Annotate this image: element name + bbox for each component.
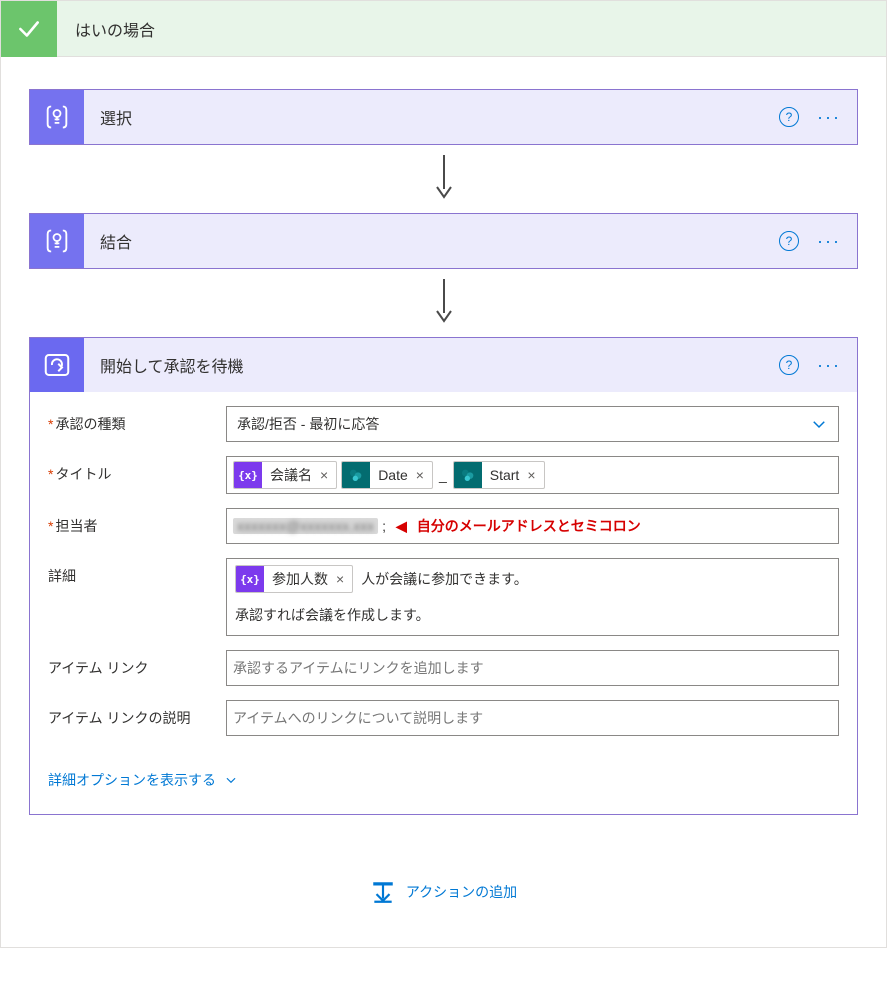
item-link-desc-input[interactable]: アイテムへのリンクについて説明します xyxy=(226,700,839,736)
token-start[interactable]: Start × xyxy=(453,461,545,489)
sharepoint-icon xyxy=(454,461,482,489)
chevron-down-icon xyxy=(224,773,238,787)
approval-type-select[interactable]: 承認/拒否 - 最初に応答 xyxy=(226,406,839,442)
annotation-arrow-icon: ◀ xyxy=(396,518,407,535)
add-action-label: アクションの追加 xyxy=(406,882,517,902)
data-operation-icon xyxy=(30,90,84,144)
help-icon[interactable]: ? xyxy=(779,107,799,127)
sharepoint-icon xyxy=(342,461,370,489)
add-action-icon xyxy=(370,879,396,905)
redacted-email: xxxxxxx@xxxxxxx.xxx xyxy=(233,518,378,534)
action-select-header[interactable]: 選択 ? ··· xyxy=(30,90,857,144)
data-operation-icon xyxy=(30,214,84,268)
approval-icon xyxy=(30,338,84,392)
token-meeting-name[interactable]: {x} 会議名 × xyxy=(233,461,337,489)
help-icon[interactable]: ? xyxy=(779,231,799,251)
action-join-title: 結合 xyxy=(84,229,779,253)
approval-form: *承認の種類 承認/拒否 - 最初に応答 *タイトル xyxy=(30,392,857,754)
approval-type-value: 承認/拒否 - 最初に応答 xyxy=(237,414,379,434)
chevron-down-icon xyxy=(810,415,828,433)
action-select: 選択 ? ··· xyxy=(29,89,858,145)
flow-container: はいの場合 選択 ? ··· xyxy=(0,0,887,948)
action-approval: 開始して承認を待機 ? ··· *承認の種類 承認/拒否 - 最初に応答 xyxy=(29,337,858,815)
label-details: 詳細 xyxy=(48,558,226,586)
arrow-connector xyxy=(29,145,858,213)
action-join-header[interactable]: 結合 ? ··· xyxy=(30,214,857,268)
separator-text: _ xyxy=(437,467,449,483)
check-icon xyxy=(1,1,57,57)
label-approval-type: *承認の種類 xyxy=(48,406,226,434)
condition-yes-header[interactable]: はいの場合 xyxy=(1,1,886,57)
label-item-link: アイテム リンク xyxy=(48,650,226,678)
expression-icon: {x} xyxy=(236,565,264,593)
remove-token-icon[interactable]: × xyxy=(525,467,543,483)
add-action-button[interactable]: アクションの追加 xyxy=(370,879,517,905)
action-approval-title: 開始して承認を待機 xyxy=(84,353,779,377)
label-item-link-desc: アイテム リンクの説明 xyxy=(48,700,226,728)
item-link-input[interactable]: 承認するアイテムにリンクを追加します xyxy=(226,650,839,686)
action-join: 結合 ? ··· xyxy=(29,213,858,269)
more-icon[interactable]: ··· xyxy=(817,231,841,252)
show-advanced-options[interactable]: 詳細オプションを表示する xyxy=(30,754,857,814)
assignee-input[interactable]: xxxxxxx@xxxxxxx.xxx; ◀自分のメールアドレスとセミコロン xyxy=(226,508,839,544)
arrow-connector xyxy=(29,269,858,337)
title-input[interactable]: {x} 会議名 × Date × _ xyxy=(226,456,839,494)
remove-token-icon[interactable]: × xyxy=(414,467,432,483)
more-icon[interactable]: ··· xyxy=(817,107,841,128)
condition-yes-title: はいの場合 xyxy=(57,17,155,41)
remove-token-icon[interactable]: × xyxy=(334,571,352,587)
token-date[interactable]: Date × xyxy=(341,461,433,489)
help-icon[interactable]: ? xyxy=(779,355,799,375)
more-icon[interactable]: ··· xyxy=(817,355,841,376)
label-title: *タイトル xyxy=(48,456,226,484)
details-text-2: 承認すれば会議を作成します。 xyxy=(235,605,430,625)
action-select-title: 選択 xyxy=(84,105,779,129)
expression-icon: {x} xyxy=(234,461,262,489)
label-assignee: *担当者 xyxy=(48,508,226,536)
details-text-1: 人が会議に参加できます。 xyxy=(357,569,532,589)
annotation-text: 自分のメールアドレスとセミコロン xyxy=(417,516,641,536)
actions-area: 選択 ? ··· 結合 ? ··· xyxy=(1,57,886,947)
token-participants[interactable]: {x} 参加人数 × xyxy=(235,565,353,593)
details-input[interactable]: {x} 参加人数 × 人が会議に参加できます。 承認すれば会議を作成します。 xyxy=(226,558,839,636)
remove-token-icon[interactable]: × xyxy=(318,467,336,483)
action-approval-header[interactable]: 開始して承認を待機 ? ··· xyxy=(30,338,857,392)
